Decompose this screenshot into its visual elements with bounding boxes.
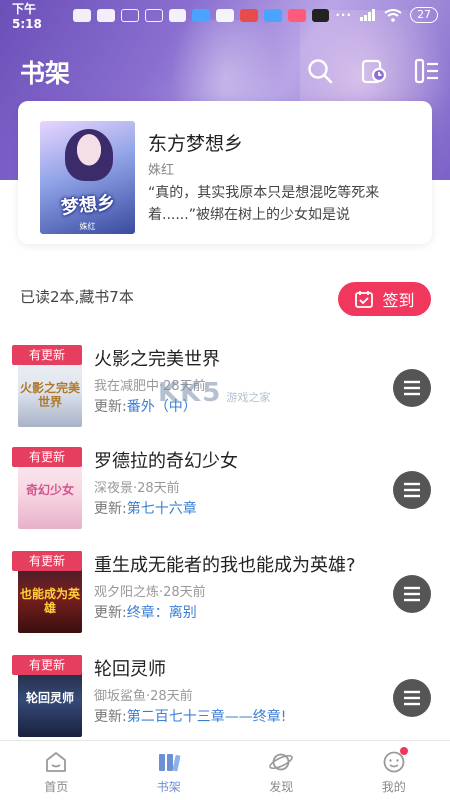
status-time: 下午5:18 — [12, 1, 42, 31]
update-badge: 有更新 — [12, 345, 82, 365]
update-prefix: 更新: — [94, 709, 127, 725]
update-badge: 有更新 — [12, 655, 82, 675]
update-badge: 有更新 — [12, 551, 82, 571]
cover-author: 姝红 — [79, 222, 96, 231]
bookshelf-icon — [158, 754, 181, 772]
featured-book-title: 东方梦想乡 — [148, 133, 244, 155]
menu-icon — [404, 690, 420, 706]
mail-icon — [216, 8, 235, 22]
more-options-button[interactable] — [393, 369, 431, 407]
message-icon — [73, 8, 92, 22]
update-info: 更新:第七十六章 — [94, 498, 197, 518]
reading-stats: 已读2本,藏书7本 — [20, 288, 134, 306]
tab-label: 我的 — [381, 780, 406, 794]
menu-icon — [404, 586, 420, 602]
bottom-navigation: 首页 书架 发现 我的 — [0, 740, 450, 800]
cover-title: 火影之完美世界 — [19, 381, 80, 409]
tab-label: 首页 — [44, 780, 69, 794]
update-info: 更新:终章：离别 — [94, 602, 197, 622]
tiktok-icon — [311, 8, 330, 22]
app-icon — [240, 8, 258, 22]
signin-label: 签到 — [382, 291, 415, 310]
update-prefix: 更新: — [94, 605, 127, 621]
book-author: 观夕阳之炼·28天前 — [94, 585, 206, 600]
search-icon[interactable] — [305, 56, 335, 86]
notification-badge — [399, 747, 408, 755]
menu-icon — [404, 482, 420, 498]
book-title: 轮回灵师 — [94, 659, 166, 680]
signal-icon — [360, 9, 376, 21]
tab-home[interactable]: 首页 — [0, 741, 113, 800]
planet-icon — [269, 753, 294, 771]
book-author: 深夜景·28天前 — [94, 481, 180, 496]
chat-icon — [120, 8, 139, 22]
cover-title: 奇幻少女 — [25, 483, 74, 497]
list-item[interactable]: 有更新 奇幻少女 罗德拉的奇幻少女 深夜景·28天前 更新:第七十六章 — [0, 447, 450, 537]
play-store-icon — [192, 8, 211, 22]
update-prefix: 更新: — [94, 399, 127, 415]
toutiao-icon — [287, 8, 306, 22]
book-author: 御坂鲨鱼·28天前 — [94, 689, 193, 704]
wechat-icon — [144, 8, 163, 22]
featured-book-author: 姝红 — [148, 163, 175, 178]
update-badge: 有更新 — [12, 447, 82, 467]
list-item[interactable]: 有更新 也能成为英雄 重生成无能者的我也能成为英雄? 观夕阳之炼·28天前 更新… — [0, 551, 450, 641]
update-prefix: 更新: — [94, 501, 127, 517]
calendar-check-icon — [355, 291, 374, 308]
book-title: 火影之完美世界 — [94, 349, 220, 370]
featured-book-card[interactable]: 梦想乡 姝红 东方梦想乡 姝红 “真的，其实我原本只是想混吃等死来着......… — [18, 101, 432, 244]
cover-title: 也能成为英雄 — [19, 587, 80, 615]
list-icon[interactable] — [412, 56, 442, 86]
watermark: KK5 游戏之家 — [158, 378, 270, 408]
page-title: 书架 — [20, 59, 71, 88]
signin-button[interactable]: 签到 — [338, 282, 431, 316]
watermark-subtext: 游戏之家 — [226, 391, 271, 404]
home-icon — [46, 752, 67, 772]
more-notifications-icon: ··· — [335, 8, 353, 22]
battery-indicator: 27 — [410, 7, 439, 23]
status-bar: 下午5:18 ··· 27 — [0, 0, 450, 31]
list-item[interactable]: 有更新 轮回灵师 轮回灵师 御坂鲨鱼·28天前 更新:第二百七十三章——终章! — [0, 655, 450, 745]
update-info: 更新:第二百七十三章——终章! — [94, 706, 286, 726]
update-chapter[interactable]: 第七十六章 — [127, 501, 197, 517]
update-chapter[interactable]: 终章：离别 — [127, 605, 197, 621]
book-title: 罗德拉的奇幻少女 — [94, 451, 238, 472]
top-app-bar: 书架 — [0, 50, 450, 94]
featured-book-description: “真的，其实我原本只是想混吃等死来着......”被绑在树上的少女如是说 — [148, 185, 380, 223]
update-chapter[interactable]: 第二百七十三章——终章! — [127, 709, 287, 725]
tab-bookshelf[interactable]: 书架 — [113, 741, 226, 800]
tab-label: 发现 — [269, 780, 294, 794]
wifi-icon — [384, 8, 402, 22]
menu-icon — [404, 380, 420, 396]
more-options-button[interactable] — [393, 471, 431, 509]
tab-label: 书架 — [156, 780, 181, 794]
cover-title: 轮回灵师 — [25, 691, 74, 705]
watermark-text: KK5 — [158, 378, 223, 408]
wechat-icon — [168, 8, 187, 22]
zhihu-icon — [263, 8, 282, 22]
more-options-button[interactable] — [393, 575, 431, 613]
tab-profile[interactable]: 我的 — [338, 741, 450, 800]
message-icon — [97, 8, 115, 22]
history-icon[interactable] — [359, 56, 389, 86]
cover-title: 梦想乡 — [60, 192, 117, 219]
more-options-button[interactable] — [393, 679, 431, 717]
book-title: 重生成无能者的我也能成为英雄? — [94, 555, 356, 576]
cover-illustration — [65, 129, 113, 181]
tab-discover[interactable]: 发现 — [225, 741, 338, 800]
book-cover[interactable]: 梦想乡 姝红 — [40, 121, 135, 234]
